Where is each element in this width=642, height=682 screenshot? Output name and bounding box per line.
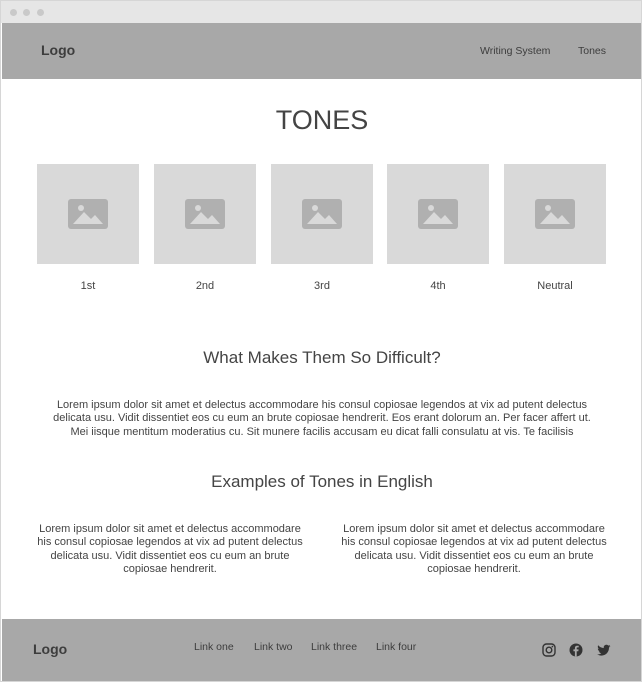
paragraph-line: delicata usu. Vidit dissentiet eos cu eu… (50, 549, 290, 562)
window-titlebar (1, 1, 641, 23)
window-dot-maximize[interactable] (37, 9, 44, 16)
paragraph-line: Lorem ipsum dolor sit amet et delectus a… (39, 523, 301, 535)
browser-window: Logo Writing System Tones TONES 1st 2nd … (0, 0, 642, 682)
tone-image-neutral (504, 164, 606, 264)
nav-writing-system[interactable]: Writing System (480, 45, 550, 57)
tone-label-2nd: 2nd (195, 280, 215, 292)
tone-label-neutral: Neutral (537, 280, 573, 292)
tone-image-1st (37, 164, 139, 264)
site-footer: Logo Link one Link two Link three Link f… (2, 619, 641, 681)
difficulty-paragraph: Lorem ipsum dolor sit amet et delectus a… (21, 399, 623, 439)
tone-image-3rd (271, 164, 373, 264)
tone-image-4th (387, 164, 489, 264)
image-placeholder-icon (68, 199, 108, 229)
tone-image-2nd (154, 164, 256, 264)
examples-column-left: Lorem ipsum dolor sit amet et delectus a… (25, 523, 315, 577)
tone-label-3rd: 3rd (314, 280, 330, 292)
image-placeholder-icon (418, 199, 458, 229)
paragraph-line: delicata usu. Vidit dissentiet eos cu eu… (53, 412, 591, 425)
paragraph-line: his consul copiosae legendos at vix ad p… (341, 536, 607, 549)
twitter-icon[interactable] (597, 643, 611, 657)
tone-label-1st: 1st (80, 280, 96, 292)
instagram-icon[interactable] (542, 643, 556, 657)
footer-link-four[interactable]: Link four (376, 641, 416, 653)
nav-tones[interactable]: Tones (578, 45, 606, 57)
facebook-icon[interactable] (569, 643, 583, 657)
paragraph-line: delicata usu. Vidit dissentiet eos cu eu… (354, 549, 594, 562)
site-header: Logo Writing System Tones (2, 23, 641, 79)
window-dot-minimize[interactable] (23, 9, 30, 16)
difficulty-heading: What Makes Them So Difficult? (203, 348, 441, 367)
paragraph-line: Lorem ipsum dolor sit amet et delectus a… (343, 523, 605, 535)
paragraph-line: Lorem ipsum dolor sit amet et delectus a… (56, 399, 588, 411)
image-placeholder-icon (185, 199, 225, 229)
footer-link-one[interactable]: Link one (194, 641, 234, 653)
footer-link-two[interactable]: Link two (254, 641, 293, 653)
image-placeholder-icon (535, 199, 575, 229)
examples-column-right: Lorem ipsum dolor sit amet et delectus a… (329, 523, 619, 577)
footer-logo[interactable]: Logo (33, 641, 67, 657)
paragraph-line: copiosae hendrerit. (427, 563, 521, 576)
examples-heading: Examples of Tones in English (211, 472, 433, 491)
image-placeholder-icon (302, 199, 342, 229)
paragraph-line: Mei iisque mentitum moderatius cu. Sit m… (70, 425, 574, 438)
window-dot-close[interactable] (10, 9, 17, 16)
header-logo[interactable]: Logo (41, 42, 75, 58)
tone-label-4th: 4th (430, 280, 446, 292)
paragraph-line: his consul copiosae legendos at vix ad p… (37, 536, 303, 549)
paragraph-line: copiosae hendrerit. (123, 563, 217, 576)
footer-link-three[interactable]: Link three (311, 641, 357, 653)
page-title: TONES (275, 105, 369, 135)
